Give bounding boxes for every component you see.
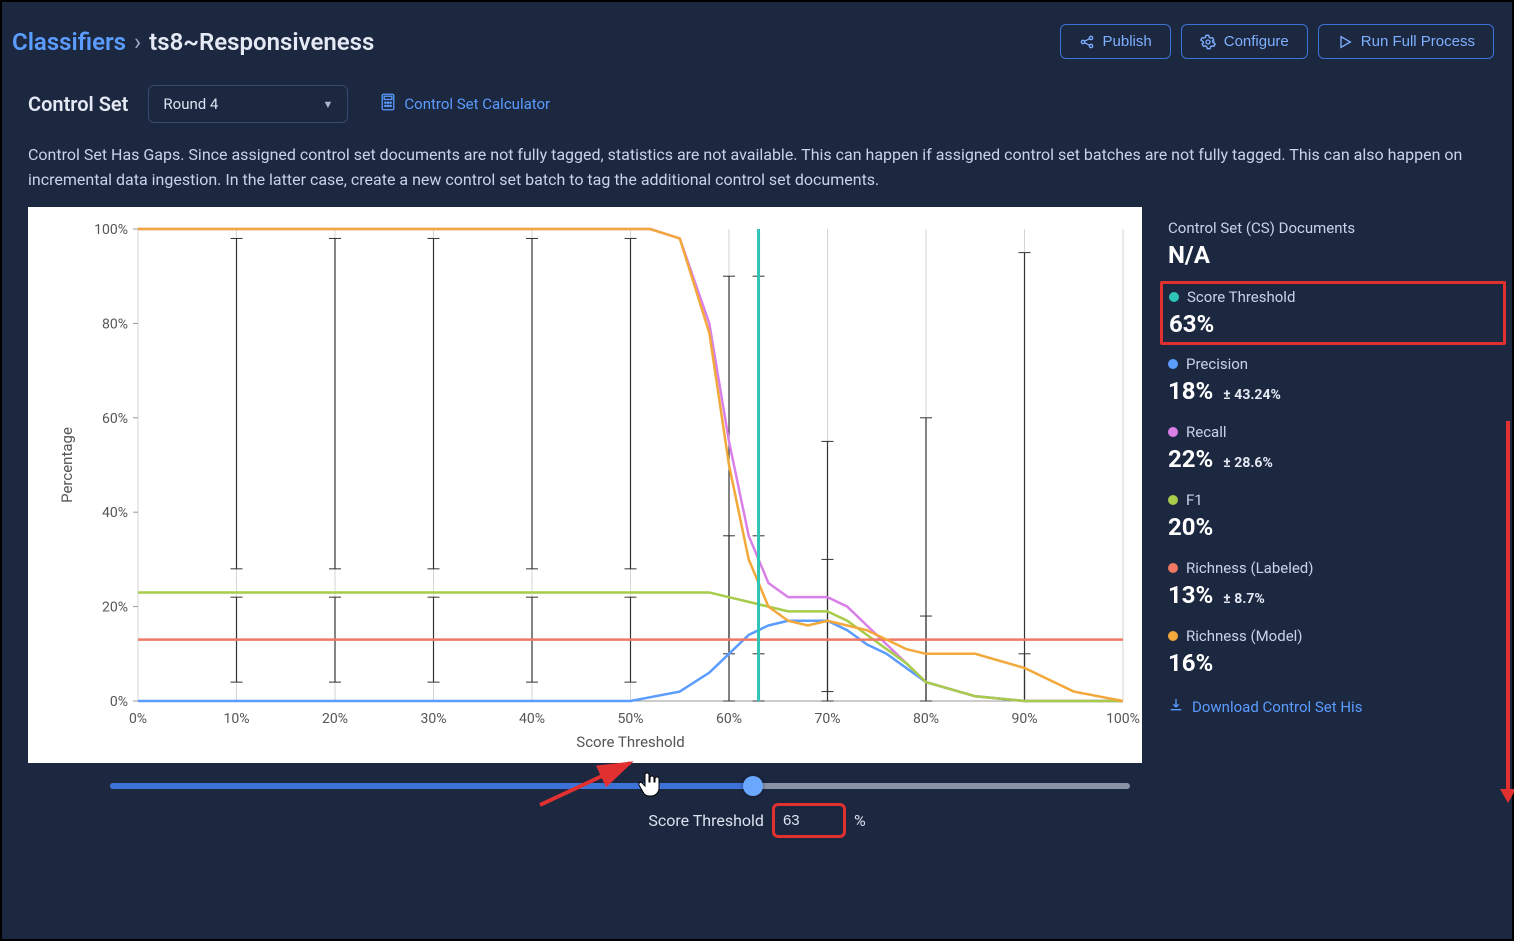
download-icon	[1168, 697, 1184, 717]
threshold-input[interactable]	[774, 805, 844, 836]
cs-docs-label: Control Set (CS) Documents	[1168, 219, 1498, 237]
configure-button[interactable]: Configure	[1181, 24, 1308, 59]
svg-text:60%: 60%	[716, 711, 742, 727]
metrics-chart: 0% 10% 20% 30% 40% 50% 60% 70% 80% 90% 100% 0% 20% 40…	[28, 207, 1142, 763]
dot-icon	[1169, 292, 1179, 302]
richness-m-value: 16%	[1168, 649, 1213, 677]
svg-text:60%: 60%	[102, 410, 128, 426]
richness-l-pm: ± 8.7%	[1223, 591, 1264, 607]
dot-icon	[1168, 563, 1178, 573]
calculator-link-label: Control Set Calculator	[404, 95, 550, 113]
precision-label: Precision	[1186, 355, 1248, 373]
share-icon	[1079, 34, 1095, 50]
precision-stat: Precision 18% ± 43.24%	[1160, 349, 1506, 417]
control-set-calculator-link[interactable]: Control Set Calculator	[380, 93, 550, 115]
svg-text:10%: 10%	[224, 711, 250, 727]
svg-text:40%: 40%	[519, 711, 545, 727]
dot-icon	[1168, 631, 1178, 641]
recall-pm: ± 28.6%	[1223, 455, 1273, 471]
threshold-unit: %	[854, 811, 866, 830]
richness-l-label: Richness (Labeled)	[1186, 559, 1313, 577]
breadcrumb: Classifiers › ts8~Responsiveness	[12, 28, 374, 56]
svg-text:0%: 0%	[129, 711, 147, 727]
gear-icon	[1200, 34, 1216, 50]
metrics-panel: Control Set (CS) Documents N/A Score Thr…	[1160, 207, 1506, 763]
score-threshold-highlight: Score Threshold 63%	[1160, 281, 1506, 345]
f1-stat: F1 20%	[1160, 485, 1506, 553]
breadcrumb-root[interactable]: Classifiers	[12, 28, 126, 56]
richness-model-stat: Richness (Model) 16%	[1160, 621, 1506, 689]
cs-docs-stat: Control Set (CS) Documents N/A	[1160, 213, 1506, 281]
svg-text:50%: 50%	[618, 711, 644, 727]
annotation-line	[1506, 421, 1510, 793]
configure-label: Configure	[1224, 33, 1289, 50]
svg-text:100%: 100%	[1106, 711, 1140, 727]
publish-button[interactable]: Publish	[1060, 24, 1171, 59]
calculator-icon	[380, 93, 396, 115]
richness-m-label: Richness (Model)	[1186, 627, 1303, 645]
svg-text:40%: 40%	[102, 505, 128, 521]
round-select-value: Round 4	[163, 95, 218, 113]
annotation-arrow-icon	[1500, 789, 1514, 803]
cs-docs-value: N/A	[1168, 241, 1210, 269]
f1-label: F1	[1186, 491, 1203, 509]
threshold-input-label: Score Threshold	[648, 811, 764, 830]
chevron-right-icon: ›	[134, 28, 141, 56]
publish-label: Publish	[1103, 33, 1152, 50]
play-icon	[1337, 34, 1353, 50]
run-label: Run Full Process	[1361, 33, 1475, 50]
gap-warning-message: Control Set Has Gaps. Since assigned con…	[2, 133, 1512, 207]
dot-icon	[1168, 359, 1178, 369]
threshold-value: 63%	[1169, 310, 1214, 338]
svg-text:80%: 80%	[102, 316, 128, 332]
svg-text:70%: 70%	[815, 711, 841, 727]
precision-pm: ± 43.24%	[1223, 387, 1281, 403]
dot-icon	[1168, 495, 1178, 505]
download-history-link[interactable]: Download Control Set His	[1160, 689, 1506, 725]
svg-text:0%: 0%	[110, 694, 128, 710]
svg-text:100%: 100%	[94, 222, 128, 238]
svg-text:30%: 30%	[421, 711, 447, 727]
recall-stat: Recall 22% ± 28.6%	[1160, 417, 1506, 485]
breadcrumb-leaf: ts8~Responsiveness	[149, 28, 374, 56]
svg-text:80%: 80%	[913, 711, 939, 727]
round-select[interactable]: Round 4 ▼	[148, 85, 348, 123]
richness-labeled-stat: Richness (Labeled) 13% ± 8.7%	[1160, 553, 1506, 621]
svg-text:20%: 20%	[102, 599, 128, 615]
recall-value: 22%	[1168, 445, 1213, 473]
slider-thumb[interactable]	[743, 776, 763, 796]
recall-label: Recall	[1186, 423, 1227, 441]
precision-value: 18%	[1168, 377, 1213, 405]
svg-text:Percentage: Percentage	[58, 427, 76, 503]
svg-text:Score Threshold: Score Threshold	[576, 733, 684, 751]
svg-text:20%: 20%	[322, 711, 348, 727]
caret-down-icon: ▼	[323, 98, 334, 111]
f1-value: 20%	[1168, 513, 1213, 541]
annotation-arrow-icon	[535, 755, 655, 815]
download-label: Download Control Set His	[1192, 698, 1362, 716]
threshold-label: Score Threshold	[1187, 288, 1295, 306]
richness-l-value: 13%	[1168, 581, 1213, 609]
svg-text:90%: 90%	[1012, 711, 1038, 727]
dot-icon	[1168, 427, 1178, 437]
run-button[interactable]: Run Full Process	[1318, 24, 1494, 59]
control-set-label: Control Set	[28, 92, 128, 116]
